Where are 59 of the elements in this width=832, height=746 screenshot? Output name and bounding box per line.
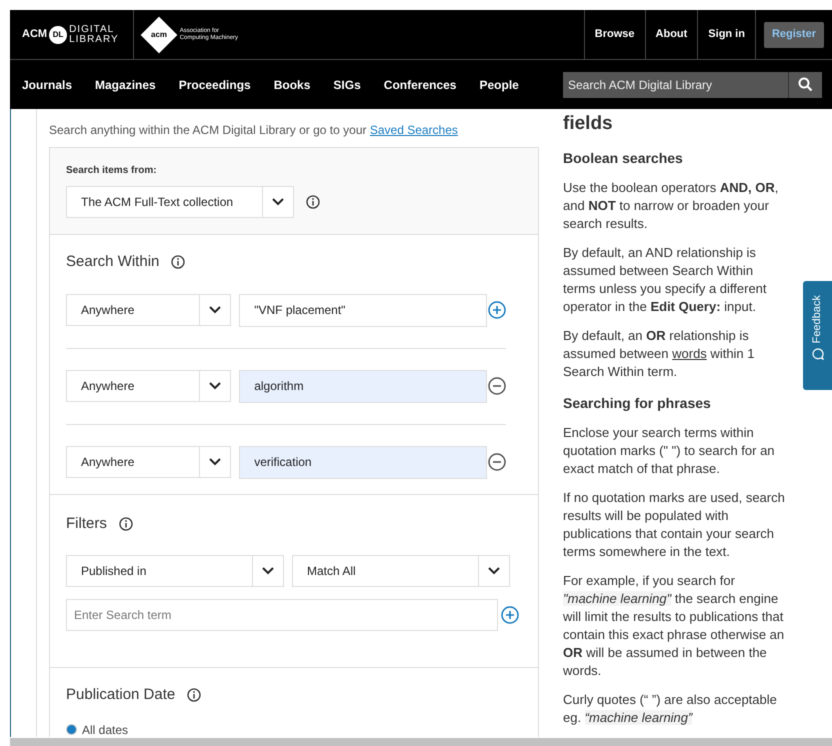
chat-icon — [812, 348, 824, 360]
saved-searches-link[interactable]: Saved Searches — [370, 123, 458, 137]
nav-link[interactable]: SIGs — [333, 76, 361, 94]
field-label: Search items from: — [66, 164, 158, 178]
help-subheading: Searching for phrases — [563, 394, 712, 413]
dropdown[interactable]: Anywhere — [66, 446, 232, 478]
search-term-field[interactable]: "VNF placement" — [239, 294, 487, 326]
search-button[interactable] — [788, 72, 822, 98]
chevron-down-icon — [488, 567, 500, 575]
help-subheading: Boolean searches — [563, 149, 684, 168]
nav-link[interactable]: Magazines — [95, 76, 156, 94]
add-icon[interactable] — [501, 606, 519, 624]
chevron-down-icon — [209, 382, 222, 390]
dropdown[interactable]: Match All — [292, 555, 510, 587]
add-icon[interactable] — [488, 301, 506, 319]
nav-link[interactable]: Books — [274, 76, 310, 94]
chevron-down-icon — [209, 306, 222, 314]
nav-link[interactable]: People — [479, 76, 519, 94]
info-icon[interactable] — [118, 516, 133, 531]
dropdown[interactable]: Anywhere — [66, 294, 232, 326]
help-paragraph: Enclose your search terms within quotation marks (" ") to search for an exact match of that phrase. — [563, 424, 776, 478]
section-title: Filters — [66, 514, 107, 534]
remove-icon[interactable] — [488, 453, 506, 471]
search-icon — [798, 77, 813, 92]
nav-link[interactable]: Conferences — [384, 76, 456, 94]
horizontal-scrollbar[interactable] — [10, 738, 832, 746]
header-link[interactable]: Browse — [584, 10, 645, 59]
radio-label: All dates — [82, 722, 128, 737]
help-paragraph: Curly quotes (“ ”) are also acceptable eg. “machine learning” — [563, 691, 778, 727]
feedback-tab[interactable]: Feedback — [803, 281, 832, 390]
help-paragraph: Use the boolean operators AND, OR, and NOT to narrow or broaden your search results. — [563, 179, 780, 233]
search-term-field[interactable]: Enter Search term — [66, 599, 498, 631]
section-title: Search Within — [66, 252, 160, 272]
info-icon[interactable] — [306, 195, 320, 209]
search-term-field[interactable]: verification — [239, 446, 487, 478]
search-field[interactable]: Search ACM Digital Library — [563, 72, 788, 98]
intro-text: Search anything within the ACM Digital Library or go to your Saved Searches — [49, 122, 459, 139]
info-icon[interactable] — [187, 688, 202, 702]
help-paragraph: For example, if you search for "machine learning" the search engine will limit the results to publications that contain this exact phrase otherwise an OR will be assumed in between the words. — [563, 572, 786, 680]
chevron-down-icon — [272, 198, 284, 206]
nav-link[interactable]: Proceedings — [178, 76, 251, 94]
search-term-field[interactable]: algorithm — [239, 370, 487, 402]
header-link[interactable]: Sign in — [697, 10, 755, 59]
header-link[interactable]: About — [644, 10, 698, 59]
help-heading: fields — [563, 112, 614, 136]
radio-button[interactable] — [66, 724, 77, 735]
dropdown[interactable]: The ACM Full-Text collection — [66, 186, 294, 218]
dropdown[interactable]: Anywhere — [66, 370, 232, 402]
help-paragraph: By default, an AND relationship is assumed between Search Within terms unless you specify a different operator in the Edit Query: input. — [563, 244, 768, 316]
info-icon[interactable] — [171, 255, 186, 270]
section-title: Publication Date — [66, 685, 176, 705]
chevron-down-icon — [209, 458, 222, 466]
remove-icon[interactable] — [488, 377, 506, 395]
nav-link[interactable]: Journals — [22, 76, 72, 94]
dropdown[interactable]: Published in — [66, 555, 284, 587]
chevron-down-icon — [262, 567, 274, 575]
register-button[interactable]: Register — [764, 22, 824, 48]
help-paragraph: By default, an OR relationship is assumed between words within 1 Search Within term. — [563, 327, 756, 381]
help-paragraph: If no quotation marks are used, search results will be populated with publications that contain your search terms somewhere in the text. — [563, 489, 786, 561]
